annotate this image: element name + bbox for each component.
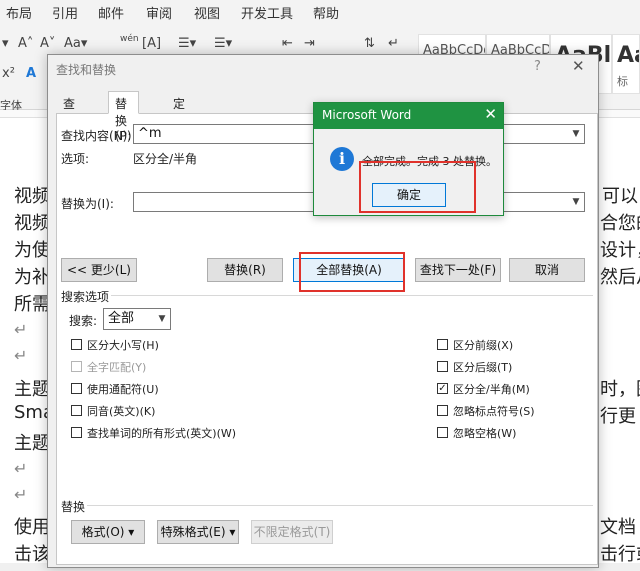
match-prefix-label: 区分前缀(X) xyxy=(453,339,514,352)
doc-line-fragment: 时，图 xyxy=(600,379,640,400)
style-sample: Aa xyxy=(617,43,639,68)
style-name: 标 xyxy=(617,75,628,88)
doc-line-fragment: 行更 xyxy=(600,406,636,427)
doc-line-fragment: 合您的 xyxy=(600,213,640,234)
no-formatting-button[interactable]: 不限定格式(T) xyxy=(251,520,333,544)
match-prefix-checkbox[interactable] xyxy=(437,339,448,350)
paragraph-mark-icon: ↵ xyxy=(14,459,28,478)
find-what-value: ^m xyxy=(138,126,162,141)
sounds-like-checkbox[interactable] xyxy=(71,405,82,416)
match-width-checkbox[interactable]: ✓ xyxy=(437,383,448,394)
find-next-button[interactable]: 查找下一处(F) xyxy=(415,258,501,282)
search-direction-select[interactable]: 全部 ▼ xyxy=(103,308,171,330)
chevron-down-icon[interactable]: ▼ xyxy=(568,193,584,211)
menu-layout[interactable]: 布局 xyxy=(6,3,32,22)
whole-word-label: 全字匹配(Y) xyxy=(87,361,147,374)
message-box-title: Microsoft Word xyxy=(322,108,412,122)
increase-indent-icon[interactable]: ⇥ xyxy=(304,36,315,51)
font-size-down-icon[interactable]: ▾ xyxy=(2,36,9,51)
change-case-icon[interactable]: Aa▾ xyxy=(64,36,87,51)
character-border-icon[interactable]: [A] xyxy=(142,36,161,51)
sounds-like-label: 同音(英文)(K) xyxy=(87,405,156,418)
doc-line: 为使 xyxy=(14,240,50,261)
doc-line-fragment: 可以 xyxy=(602,186,638,207)
doc-line: 主题 xyxy=(14,433,50,454)
paragraph-mark-icon: ↵ xyxy=(14,346,28,365)
menu-references[interactable]: 引用 xyxy=(52,3,78,22)
search-direction-value: 全部 xyxy=(108,311,135,326)
info-icon: i xyxy=(330,147,354,171)
clear-format-icon[interactable]: x² xyxy=(2,66,15,81)
search-direction-label: 搜索: xyxy=(69,314,98,328)
doc-line: 视频 xyxy=(14,213,50,234)
numbering-icon[interactable]: ☰▾ xyxy=(214,36,232,51)
paragraph-mark-icon: ↵ xyxy=(14,320,28,339)
options-value: 区分全/半角 xyxy=(133,152,198,166)
replace-section-title: 替换 xyxy=(61,500,86,514)
doc-line: 主题 xyxy=(14,379,50,400)
divider xyxy=(87,505,593,506)
tab-find[interactable]: 查找(D) xyxy=(56,91,89,143)
match-case-checkbox[interactable] xyxy=(71,339,82,350)
highlight-replace-all xyxy=(299,252,405,292)
message-box-titlebar: Microsoft Word ✕ xyxy=(314,103,503,129)
highlight-ok xyxy=(359,161,476,213)
close-icon[interactable]: ✕ xyxy=(484,105,497,123)
doc-line: 所需 xyxy=(14,294,50,315)
match-width-label: 区分全/半角(M) xyxy=(453,383,530,396)
doc-line-fragment: 文档 xyxy=(600,517,636,538)
shrink-font-icon[interactable]: A˅ xyxy=(40,36,55,51)
special-button[interactable]: 特殊格式(E) ▾ xyxy=(157,520,239,544)
all-word-forms-checkbox[interactable] xyxy=(71,427,82,438)
decrease-indent-icon[interactable]: ⇤ xyxy=(282,36,293,51)
ignore-punctuation-checkbox[interactable] xyxy=(437,405,448,416)
search-options-title: 搜索选项 xyxy=(61,290,110,304)
menu-mailings[interactable]: 邮件 xyxy=(98,3,124,22)
match-suffix-label: 区分后缀(T) xyxy=(453,361,513,374)
wildcards-checkbox[interactable] xyxy=(71,383,82,394)
doc-line: 使用 xyxy=(14,517,50,538)
match-suffix-checkbox[interactable] xyxy=(437,361,448,372)
menu-help[interactable]: 帮助 xyxy=(313,3,339,22)
cancel-button[interactable]: 取消 xyxy=(509,258,585,282)
menu-developer[interactable]: 开发工具 xyxy=(241,3,293,22)
format-button[interactable]: 格式(O) ▾ xyxy=(71,520,145,544)
menu-bar: 布局 引用 邮件 审阅 视图 开发工具 帮助 xyxy=(0,0,640,24)
whole-word-checkbox[interactable] xyxy=(71,361,82,372)
doc-line: 视频 xyxy=(14,186,50,207)
chevron-down-icon[interactable]: ▼ xyxy=(154,309,170,329)
divider xyxy=(111,295,593,296)
menu-review[interactable]: 审阅 xyxy=(146,3,172,22)
ignore-whitespace-label: 忽略空格(W) xyxy=(453,427,517,440)
menu-view[interactable]: 视图 xyxy=(194,3,220,22)
doc-line-fragment: 设计， xyxy=(600,240,640,261)
tab-replace[interactable]: 替换(P) xyxy=(108,91,139,143)
replace-with-label: 替换为(I): xyxy=(61,197,114,211)
ignore-punctuation-label: 忽略标点符号(S) xyxy=(453,405,535,418)
doc-line: 为补 xyxy=(14,267,50,288)
help-icon[interactable]: ? xyxy=(534,59,541,74)
bullets-icon[interactable]: ☰▾ xyxy=(178,36,196,51)
less-button[interactable]: << 更少(L) xyxy=(61,258,137,282)
chevron-down-icon[interactable]: ▼ xyxy=(568,125,584,143)
tab-goto[interactable]: 定位(G) xyxy=(166,91,199,143)
sort-icon[interactable]: ⇅ xyxy=(364,36,375,51)
grow-font-icon[interactable]: A˄ xyxy=(18,36,33,51)
wildcards-label: 使用通配符(U) xyxy=(87,383,159,396)
show-marks-icon[interactable]: ↵ xyxy=(388,36,399,51)
phonetic-guide-icon[interactable]: wén xyxy=(120,34,139,44)
close-icon[interactable]: ✕ xyxy=(572,57,585,75)
ignore-whitespace-checkbox[interactable] xyxy=(437,427,448,438)
all-word-forms-label: 查找单词的所有形式(英文)(W) xyxy=(87,427,237,440)
match-case-label: 区分大小写(H) xyxy=(87,339,159,352)
doc-line-fragment: 然后从 xyxy=(600,267,640,288)
options-label: 选项: xyxy=(61,152,90,166)
text-effects-icon[interactable]: A xyxy=(26,66,36,81)
style-heading-2[interactable]: Aa 标 xyxy=(612,34,640,94)
replace-button[interactable]: 替换(R) xyxy=(207,258,283,282)
dialog-title: 查找和替换 xyxy=(56,63,117,77)
paragraph-mark-icon: ↵ xyxy=(14,485,28,504)
